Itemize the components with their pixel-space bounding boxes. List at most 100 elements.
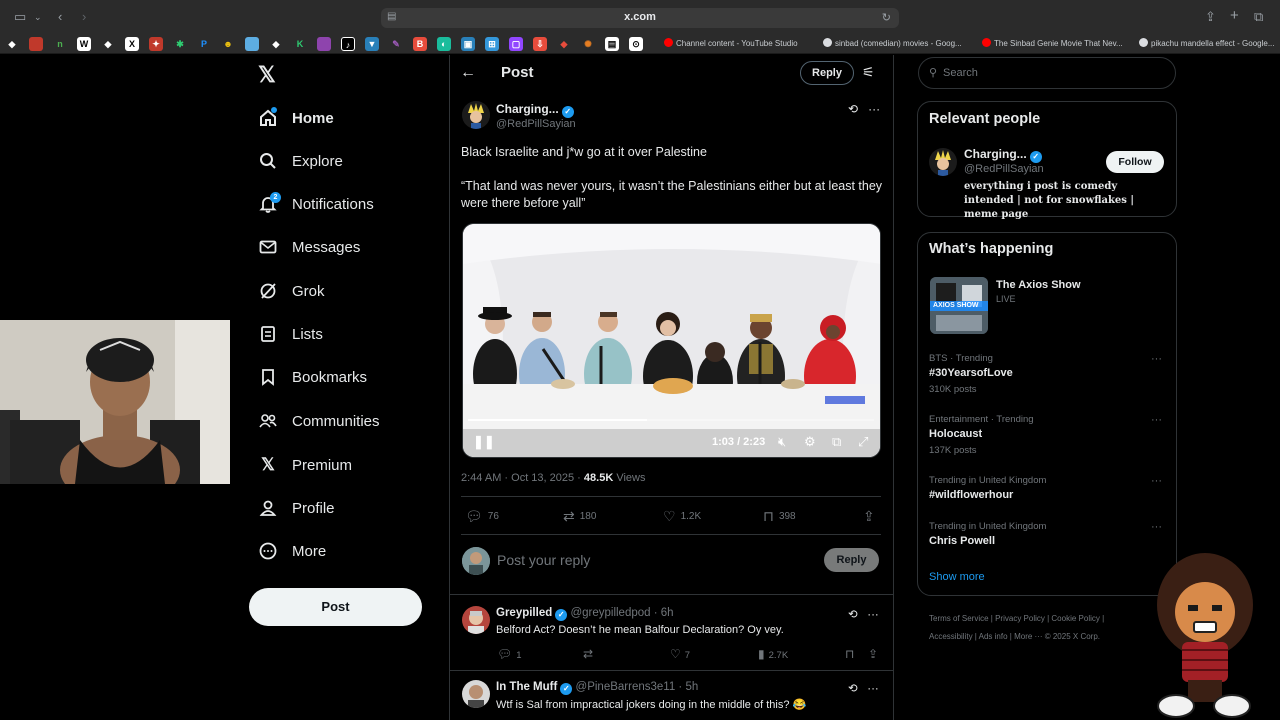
footer-links-1[interactable]: Terms of Service | Privacy Policy | Cook… <box>929 614 1104 623</box>
bookmark-tab-2[interactable]: sinbad (comedian) movies - Goog... <box>823 38 962 48</box>
bookmark-icon-8[interactable]: ✱ <box>173 37 187 51</box>
bookmark-icon-7[interactable]: ✦ <box>149 37 163 51</box>
sidebar-toggle-icon[interactable]: ▭ <box>14 9 26 25</box>
nav-lists[interactable]: Lists <box>258 319 323 349</box>
bookmark-icon-16[interactable]: ▼ <box>365 37 379 51</box>
user-avatar[interactable] <box>462 547 490 575</box>
relevant-person-handle[interactable]: @RedPillSayian <box>964 163 1044 175</box>
comment-share-action[interactable]: ⇪ <box>868 647 882 661</box>
bookmark-icon-26[interactable]: ▤ <box>605 37 619 51</box>
nav-messages[interactable]: Messages <box>258 232 360 262</box>
bookmark-icon-2[interactable] <box>29 37 43 51</box>
comment-bookmark-action[interactable]: ⊓ <box>845 647 858 661</box>
more-options-icon[interactable]: ··· <box>868 102 880 116</box>
comment-views-action[interactable]: ▮ 2.7K <box>758 647 788 661</box>
bookmark-icon-17[interactable]: ✎ <box>389 37 403 51</box>
bookmark-icon-12[interactable]: ◆ <box>269 37 283 51</box>
nav-premium[interactable]: 𝕏 Premium <box>258 450 352 480</box>
more-options-icon[interactable]: ··· <box>867 609 879 621</box>
chevron-down-icon[interactable]: ⌄ <box>34 12 42 23</box>
nav-bookmarks[interactable]: Bookmarks <box>258 362 367 392</box>
back-icon[interactable]: ‹ <box>58 9 62 24</box>
filter-settings-icon[interactable]: ⚟ <box>862 64 875 81</box>
nav-notifications[interactable]: 2 Notifications <box>258 189 374 219</box>
live-show-name[interactable]: The Axios Show <box>996 279 1081 291</box>
bookmark-icon-13[interactable]: K <box>293 37 307 51</box>
comment-author[interactable]: In The Muff ✓ @PineBarrens3e11 · 5h <box>496 681 698 695</box>
author-avatar[interactable] <box>462 101 490 129</box>
comment-like-action[interactable]: ♡ 7 <box>670 647 690 661</box>
bookmark-tab-4[interactable]: pikachu mandella effect - Google... <box>1139 38 1274 48</box>
bookmark-icon-1[interactable]: ◆ <box>5 37 19 51</box>
tab-overview-icon[interactable]: ⧉ <box>1254 9 1263 25</box>
grok-explain-icon[interactable]: ⟲ <box>848 102 858 116</box>
bookmark-icon-5[interactable]: ◆ <box>101 37 115 51</box>
share-action[interactable]: ⇪ <box>863 508 880 525</box>
video-progress-bar[interactable] <box>468 419 874 421</box>
reload-icon[interactable]: ↻ <box>882 11 891 24</box>
relevant-person-avatar[interactable] <box>929 148 957 176</box>
comment-repost-action[interactable]: ⇄ <box>583 647 597 661</box>
header-reply-button[interactable]: Reply <box>800 61 854 85</box>
nav-more[interactable]: More <box>258 536 326 566</box>
pip-icon[interactable]: ⧉ <box>832 434 841 450</box>
comment-author[interactable]: Greypilled ✓ @greypilledpod · 6h <box>496 607 674 621</box>
settings-gear-icon[interactable]: ⚙ <box>804 434 816 450</box>
trend-more-icon[interactable]: ··· <box>1151 353 1162 365</box>
relevant-person-name[interactable]: Charging... ✓ <box>964 147 1042 163</box>
like-action[interactable]: ♡ 1.2K <box>663 508 701 525</box>
bookmark-x-icon[interactable]: X <box>125 37 139 51</box>
bookmark-tab-3[interactable]: The Sinbad Genie Movie That Nev... <box>982 38 1123 48</box>
nav-grok[interactable]: Grok <box>258 276 325 306</box>
post-button[interactable]: Post <box>249 588 422 626</box>
fullscreen-icon[interactable]: ⤢ <box>858 434 868 450</box>
bookmark-icon-3[interactable]: n <box>53 37 67 51</box>
bookmark-icon-21[interactable]: ⊞ <box>485 37 499 51</box>
search-input[interactable]: ⚲ Search <box>918 57 1176 89</box>
bookmark-icon-27[interactable]: ⊙ <box>629 37 643 51</box>
nav-home[interactable]: Home <box>258 103 334 133</box>
reply-input[interactable]: Post your reply <box>497 552 590 568</box>
grok-explain-icon[interactable]: ⟲ <box>848 683 858 695</box>
footer-links-2[interactable]: Accessibility | Ads info | More ··· © 20… <box>929 632 1100 641</box>
live-show-thumbnail[interactable]: AXIOS SHOW <box>930 277 988 334</box>
bookmark-icon-18[interactable]: B <box>413 37 427 51</box>
nav-explore[interactable]: Explore <box>258 146 343 176</box>
nav-profile[interactable]: Profile <box>258 493 335 523</box>
bookmark-icon-19[interactable]: ◐ <box>437 37 451 51</box>
repost-action[interactable]: ⇄ 180 <box>563 508 596 525</box>
bookmark-icon-4[interactable]: W <box>77 37 91 51</box>
bookmark-icon-11[interactable] <box>245 37 259 51</box>
bookmark-tiktok-icon[interactable]: ♪ <box>341 37 355 51</box>
comment-reply-action[interactable]: 💬︎ 1 <box>497 647 522 661</box>
trend-more-icon[interactable]: ··· <box>1151 521 1162 533</box>
bookmark-icon-20[interactable]: ▣ <box>461 37 475 51</box>
bookmark-tab-1[interactable]: Channel content - YouTube Studio <box>664 38 798 48</box>
x-logo-icon[interactable]: 𝕏 <box>258 62 276 88</box>
trend-more-icon[interactable]: ··· <box>1151 414 1162 426</box>
comment-avatar[interactable] <box>462 606 490 634</box>
new-tab-icon[interactable]: + <box>1230 7 1239 24</box>
mute-icon[interactable]: 🔇︎ <box>778 434 786 450</box>
reply-submit-button[interactable]: Reply <box>824 548 879 572</box>
pause-icon[interactable]: ❚❚ <box>473 434 495 450</box>
more-options-icon[interactable]: ··· <box>867 683 879 695</box>
forward-icon[interactable]: › <box>82 9 86 24</box>
bookmark-icon-24[interactable]: ◆ <box>557 37 571 51</box>
back-arrow-icon[interactable]: ← <box>460 64 476 82</box>
bookmark-icon-25[interactable]: ✺ <box>581 37 595 51</box>
address-bar[interactable]: ▤ x.com ↻ <box>381 8 899 28</box>
bookmark-icon-10[interactable]: ☻ <box>221 37 235 51</box>
bookmark-twitch-icon[interactable]: ▢ <box>509 37 523 51</box>
author-name[interactable]: Charging... ✓ <box>496 102 574 118</box>
follow-button[interactable]: Follow <box>1106 151 1164 173</box>
comment-avatar[interactable] <box>462 680 490 708</box>
post-timestamp[interactable]: 2:44 AM · Oct 13, 2025 · <box>461 472 584 484</box>
nav-communities[interactable]: Communities <box>258 406 380 436</box>
bookmark-icon-14[interactable] <box>317 37 331 51</box>
trend-more-icon[interactable]: ··· <box>1151 475 1162 487</box>
bookmark-icon-23[interactable]: ⇩ <box>533 37 547 51</box>
grok-explain-icon[interactable]: ⟲ <box>848 609 858 621</box>
bookmark-action[interactable]: ⊓ 398 <box>763 508 796 525</box>
share-icon[interactable]: ⇪ <box>1205 9 1216 25</box>
